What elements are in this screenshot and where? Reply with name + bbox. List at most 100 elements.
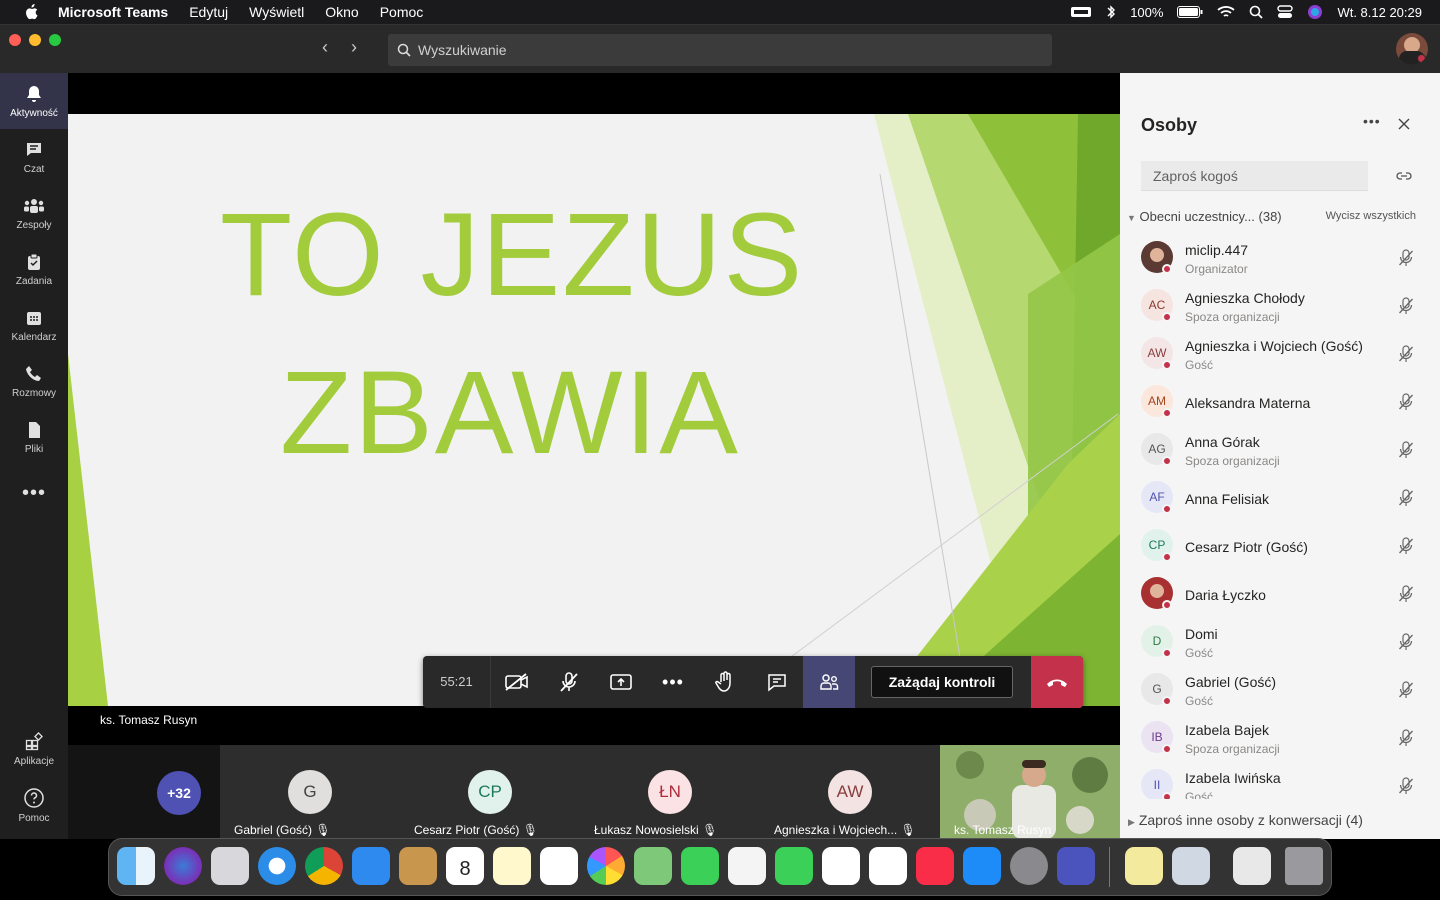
link-icon[interactable] xyxy=(1396,170,1412,182)
share-screen-button[interactable] xyxy=(595,656,647,708)
calendar-app-icon[interactable]: 8 xyxy=(446,847,484,885)
mic-off-icon[interactable] xyxy=(1398,393,1414,411)
safari-icon[interactable] xyxy=(258,847,296,885)
user-avatar[interactable] xyxy=(1396,33,1428,65)
participants-toggle-button[interactable] xyxy=(803,656,855,708)
mic-off-icon[interactable] xyxy=(1398,249,1414,267)
mic-off-icon[interactable] xyxy=(1398,777,1414,795)
teams-app-icon[interactable] xyxy=(1057,847,1095,885)
launchpad-icon[interactable] xyxy=(211,847,249,885)
rail-activity[interactable]: Aktywność xyxy=(0,73,68,129)
siri-icon[interactable] xyxy=(164,847,202,885)
chat-toggle-button[interactable] xyxy=(751,656,803,708)
music-icon[interactable] xyxy=(916,847,954,885)
participant-tile[interactable]: AW Agnieszka i Wojciech... 🎙︎ xyxy=(760,745,940,839)
finder-icon[interactable] xyxy=(117,847,155,885)
stickies-icon[interactable] xyxy=(1125,847,1163,885)
participant-row[interactable]: II Izabela Iwińska Gość xyxy=(1120,761,1440,799)
siri-icon[interactable] xyxy=(1307,4,1323,20)
participants-section-header[interactable]: ▼ Obecni uczestnicy... (38) xyxy=(1127,209,1282,224)
participant-row[interactable]: AG Anna Górak Spoza organizacji xyxy=(1120,425,1440,473)
facetime-icon[interactable] xyxy=(775,847,813,885)
rail-tasks[interactable]: Zadania xyxy=(0,241,68,297)
invite-input[interactable]: Zaproś kogoś xyxy=(1141,161,1368,191)
mail-icon[interactable] xyxy=(352,847,390,885)
rail-files[interactable]: Pliki xyxy=(0,409,68,465)
participant-row[interactable]: IB Izabela Bajek Spoza organizacji xyxy=(1120,713,1440,761)
maximize-window-button[interactable] xyxy=(49,34,61,46)
mic-off-icon[interactable] xyxy=(1398,729,1414,747)
participant-row[interactable]: D Domi Gość xyxy=(1120,617,1440,665)
participant-tile[interactable]: G Gabriel (Gość) 🎙︎ xyxy=(220,745,400,839)
rail-help[interactable]: Pomoc xyxy=(0,777,68,833)
textedit-icon[interactable] xyxy=(728,847,766,885)
wifi-icon[interactable] xyxy=(1217,5,1236,19)
participant-row[interactable]: miclip.447 Organizator xyxy=(1120,233,1440,281)
teams-status-icon[interactable] xyxy=(1070,5,1092,19)
panel-more-icon[interactable]: ••• xyxy=(1363,113,1381,129)
mic-off-icon[interactable] xyxy=(1398,345,1414,363)
maps-icon[interactable] xyxy=(634,847,672,885)
photos-icon[interactable] xyxy=(587,847,625,885)
app-store-icon[interactable] xyxy=(963,847,1001,885)
reminders-icon[interactable] xyxy=(540,847,578,885)
chrome-icon[interactable] xyxy=(305,847,343,885)
mic-off-icon[interactable] xyxy=(1398,441,1414,459)
mic-toggle-button[interactable] xyxy=(543,656,595,708)
request-control-button[interactable]: Zażądaj kontroli xyxy=(871,666,1013,698)
participant-tile[interactable]: ŁN Łukasz Nowosielski 🎙︎ xyxy=(580,745,760,839)
forward-arrow-icon[interactable]: › xyxy=(351,37,357,58)
mic-off-icon[interactable] xyxy=(1398,537,1414,555)
close-icon[interactable] xyxy=(1398,118,1410,130)
invite-others-link[interactable]: ▶ Zaproś inne osoby z konwersacji (4) xyxy=(1128,812,1363,828)
apple-icon[interactable] xyxy=(20,4,42,20)
hang-up-button[interactable] xyxy=(1031,656,1083,708)
menu-view[interactable]: Wyświetl xyxy=(249,4,304,20)
rail-apps[interactable]: Aplikacje xyxy=(0,721,68,777)
rail-calls[interactable]: Rozmowy xyxy=(0,353,68,409)
back-arrow-icon[interactable]: ‹ xyxy=(322,37,328,58)
menu-app-name[interactable]: Microsoft Teams xyxy=(58,4,168,20)
bluetooth-icon[interactable] xyxy=(1106,5,1116,19)
menu-window[interactable]: Okno xyxy=(325,4,358,20)
mic-off-icon[interactable] xyxy=(1398,681,1414,699)
camera-toggle-button[interactable] xyxy=(491,656,543,708)
more-actions-button[interactable]: ••• xyxy=(647,656,699,708)
system-preferences-icon[interactable] xyxy=(1010,847,1048,885)
participant-row[interactable]: AF Anna Felisiak xyxy=(1120,473,1440,521)
menu-help[interactable]: Pomoc xyxy=(380,4,424,20)
raise-hand-button[interactable] xyxy=(699,656,751,708)
mic-off-icon[interactable] xyxy=(1398,489,1414,507)
mic-off-icon[interactable] xyxy=(1398,297,1414,315)
participant-row[interactable]: AW Agnieszka i Wojciech (Gość) Gość xyxy=(1120,329,1440,377)
menu-edit[interactable]: Edytuj xyxy=(189,4,228,20)
participant-tile[interactable]: CP Cesarz Piotr (Gość) 🎙︎ xyxy=(400,745,580,839)
video-tile[interactable]: ks. Tomasz Rusyn xyxy=(940,745,1120,839)
battery-icon[interactable] xyxy=(1177,6,1203,18)
rail-calendar[interactable]: Kalendarz xyxy=(0,297,68,353)
rail-teams[interactable]: Zespoły xyxy=(0,185,68,241)
rail-more[interactable]: ••• xyxy=(0,465,68,521)
rail-chat[interactable]: Czat xyxy=(0,129,68,185)
participant-row[interactable]: Daria Łyczko xyxy=(1120,569,1440,617)
participant-row[interactable]: G Gabriel (Gość) Gość xyxy=(1120,665,1440,713)
mic-off-icon[interactable] xyxy=(1398,585,1414,603)
clock-datetime[interactable]: Wt. 8.12 20:29 xyxy=(1337,5,1422,20)
control-center-icon[interactable] xyxy=(1277,5,1294,19)
preview-icon[interactable] xyxy=(1172,847,1210,885)
participant-row[interactable]: CP Cesarz Piotr (Gość) xyxy=(1120,521,1440,569)
spotlight-search-icon[interactable] xyxy=(1249,5,1264,19)
participant-row[interactable]: AM Aleksandra Materna xyxy=(1120,377,1440,425)
close-window-button[interactable] xyxy=(9,34,21,46)
more-participants-badge[interactable]: +32 xyxy=(157,771,201,815)
messages-icon[interactable] xyxy=(681,847,719,885)
downloads-stack-icon[interactable] xyxy=(1233,847,1271,885)
notes-icon[interactable] xyxy=(493,847,531,885)
mute-all-button[interactable]: Wycisz wszystkich xyxy=(1326,210,1416,222)
participant-row[interactable]: AC Agnieszka Chołody Spoza organizacji xyxy=(1120,281,1440,329)
numbers-icon[interactable] xyxy=(822,847,860,885)
contacts-icon[interactable] xyxy=(399,847,437,885)
mic-off-icon[interactable] xyxy=(1398,633,1414,651)
minimize-window-button[interactable] xyxy=(29,34,41,46)
keynote-icon[interactable] xyxy=(869,847,907,885)
